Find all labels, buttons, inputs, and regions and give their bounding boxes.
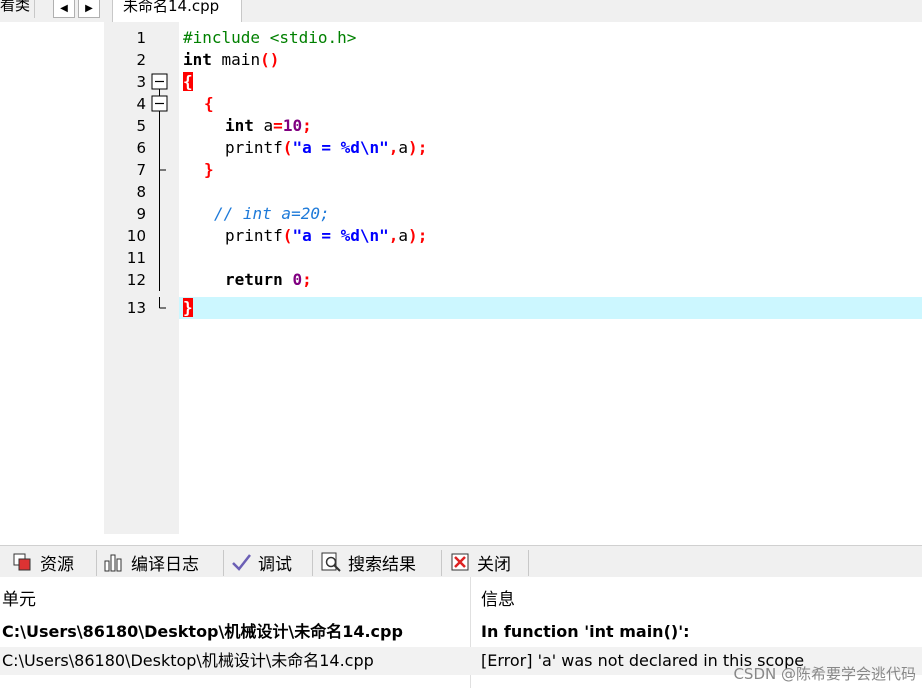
tab-close[interactable]: 关闭 <box>449 546 511 578</box>
close-icon <box>451 553 469 571</box>
code-line[interactable]: 4 { <box>116 93 922 115</box>
tab-resources[interactable]: 资源 <box>12 546 74 578</box>
line-number: 1 <box>136 29 146 47</box>
tab-label: 资源 <box>40 554 74 575</box>
line-number: 12 <box>126 271 146 289</box>
code-text: } <box>183 298 193 317</box>
line-number: 8 <box>136 183 146 201</box>
fold-line-icon <box>159 225 160 247</box>
code-line[interactable]: 11 <box>116 247 922 269</box>
tab-divider <box>223 550 224 576</box>
class-browser-tab[interactable]: 看类 <box>0 0 36 18</box>
code-line[interactable]: 2 int main() <box>116 49 922 71</box>
message-row[interactable]: C:\Users\86180\Desktop\机械设计\未命名14.cpp In… <box>0 618 922 646</box>
line-number: 5 <box>136 117 146 135</box>
tab-divider <box>441 550 442 576</box>
column-header-info[interactable]: 信息 <box>481 585 515 610</box>
tab-compile-log[interactable]: 编译日志 <box>103 546 199 578</box>
message-unit: C:\Users\86180\Desktop\机械设计\未命名14.cpp <box>2 622 403 641</box>
tab-label: 调试 <box>258 554 292 575</box>
search-icon <box>321 552 341 572</box>
fold-line-icon <box>159 137 160 159</box>
checkmark-icon <box>232 554 251 571</box>
code-line[interactable]: 6 printf("a = %d\n",a); <box>116 137 922 159</box>
code-line[interactable]: 7 } <box>116 159 922 181</box>
line-number: 3 <box>136 73 146 91</box>
code-line[interactable]: 9 // int a=20; <box>116 203 922 225</box>
line-number: 13 <box>126 299 146 317</box>
code-line[interactable]: 8 <box>116 181 922 203</box>
code-line[interactable]: 13 } <box>116 297 922 319</box>
fold-line-icon <box>159 269 160 291</box>
code-text: int main() <box>183 50 280 69</box>
resources-icon <box>13 553 31 571</box>
tab-divider <box>96 550 97 576</box>
code-text: #include <stdio.h> <box>183 28 357 47</box>
output-tab-bar: 资源 编译日志 调试 搜索结果 关闭 <box>0 545 922 578</box>
fold-line-icon <box>159 115 160 137</box>
code-text: printf("a = %d\n",a); <box>225 226 428 245</box>
fold-collapse-icon[interactable] <box>150 93 170 115</box>
fold-collapse-icon[interactable] <box>150 71 170 93</box>
fold-line-icon <box>159 181 160 203</box>
code-line[interactable]: 10 printf("a = %d\n",a); <box>116 225 922 247</box>
fold-line-icon <box>159 203 160 225</box>
tab-debug[interactable]: 调试 <box>230 546 292 578</box>
tab-label: 关闭 <box>477 554 511 575</box>
bar-chart-icon <box>104 554 122 572</box>
line-number: 7 <box>136 161 146 179</box>
editor-tab-bar: 看类 ◀ ▶ 未命名14.cpp <box>0 0 922 22</box>
code-line[interactable]: 1 #include <stdio.h> <box>116 27 922 49</box>
file-tab[interactable]: 未命名14.cpp <box>112 0 242 22</box>
code-line[interactable]: 3 { <box>116 71 922 93</box>
tab-label: 搜索结果 <box>348 554 416 575</box>
tab-scroll-left-button[interactable]: ◀ <box>53 0 75 18</box>
line-number: 10 <box>126 227 146 245</box>
watermark: CSDN @陈希要学会逃代码 <box>733 665 916 683</box>
fold-end-icon <box>159 159 166 181</box>
project-panel[interactable] <box>0 22 105 534</box>
code-text: int a=10; <box>225 116 312 135</box>
code-text: } <box>204 160 214 179</box>
code-text: // int a=20; <box>214 204 330 223</box>
message-unit: C:\Users\86180\Desktop\机械设计\未命名14.cpp <box>2 651 374 670</box>
code-line[interactable]: 12 return 0; <box>116 269 922 291</box>
fold-line-icon <box>159 247 160 269</box>
tab-scroll-right-button[interactable]: ▶ <box>78 0 100 18</box>
tab-divider <box>528 550 529 576</box>
column-header-unit[interactable]: 单元 <box>2 585 36 610</box>
code-text: { <box>183 72 193 91</box>
line-number: 9 <box>136 205 146 223</box>
tab-search-results[interactable]: 搜索结果 <box>320 546 416 578</box>
tab-divider <box>312 550 313 576</box>
panel-splitter[interactable] <box>104 22 116 534</box>
arrow-left-icon: ◀ <box>60 2 68 14</box>
code-text: return 0; <box>225 270 312 289</box>
code-line[interactable]: 5 int a=10; <box>116 115 922 137</box>
message-info: In function 'int main()': <box>481 622 690 641</box>
line-number: 11 <box>126 249 146 267</box>
compiler-messages-panel[interactable]: 单元 信息 C:\Users\86180\Desktop\机械设计\未命名14.… <box>0 577 922 688</box>
code-text: printf("a = %d\n",a); <box>225 138 428 157</box>
fold-end-icon <box>159 297 166 309</box>
line-number: 6 <box>136 139 146 157</box>
tab-label: 编译日志 <box>131 554 199 575</box>
arrow-right-icon: ▶ <box>85 2 93 14</box>
line-number: 4 <box>136 95 146 113</box>
code-editor[interactable]: 1 #include <stdio.h> 2 int main() 3 { 4 … <box>116 22 922 534</box>
line-number: 2 <box>136 51 146 69</box>
code-text: { <box>204 94 214 113</box>
